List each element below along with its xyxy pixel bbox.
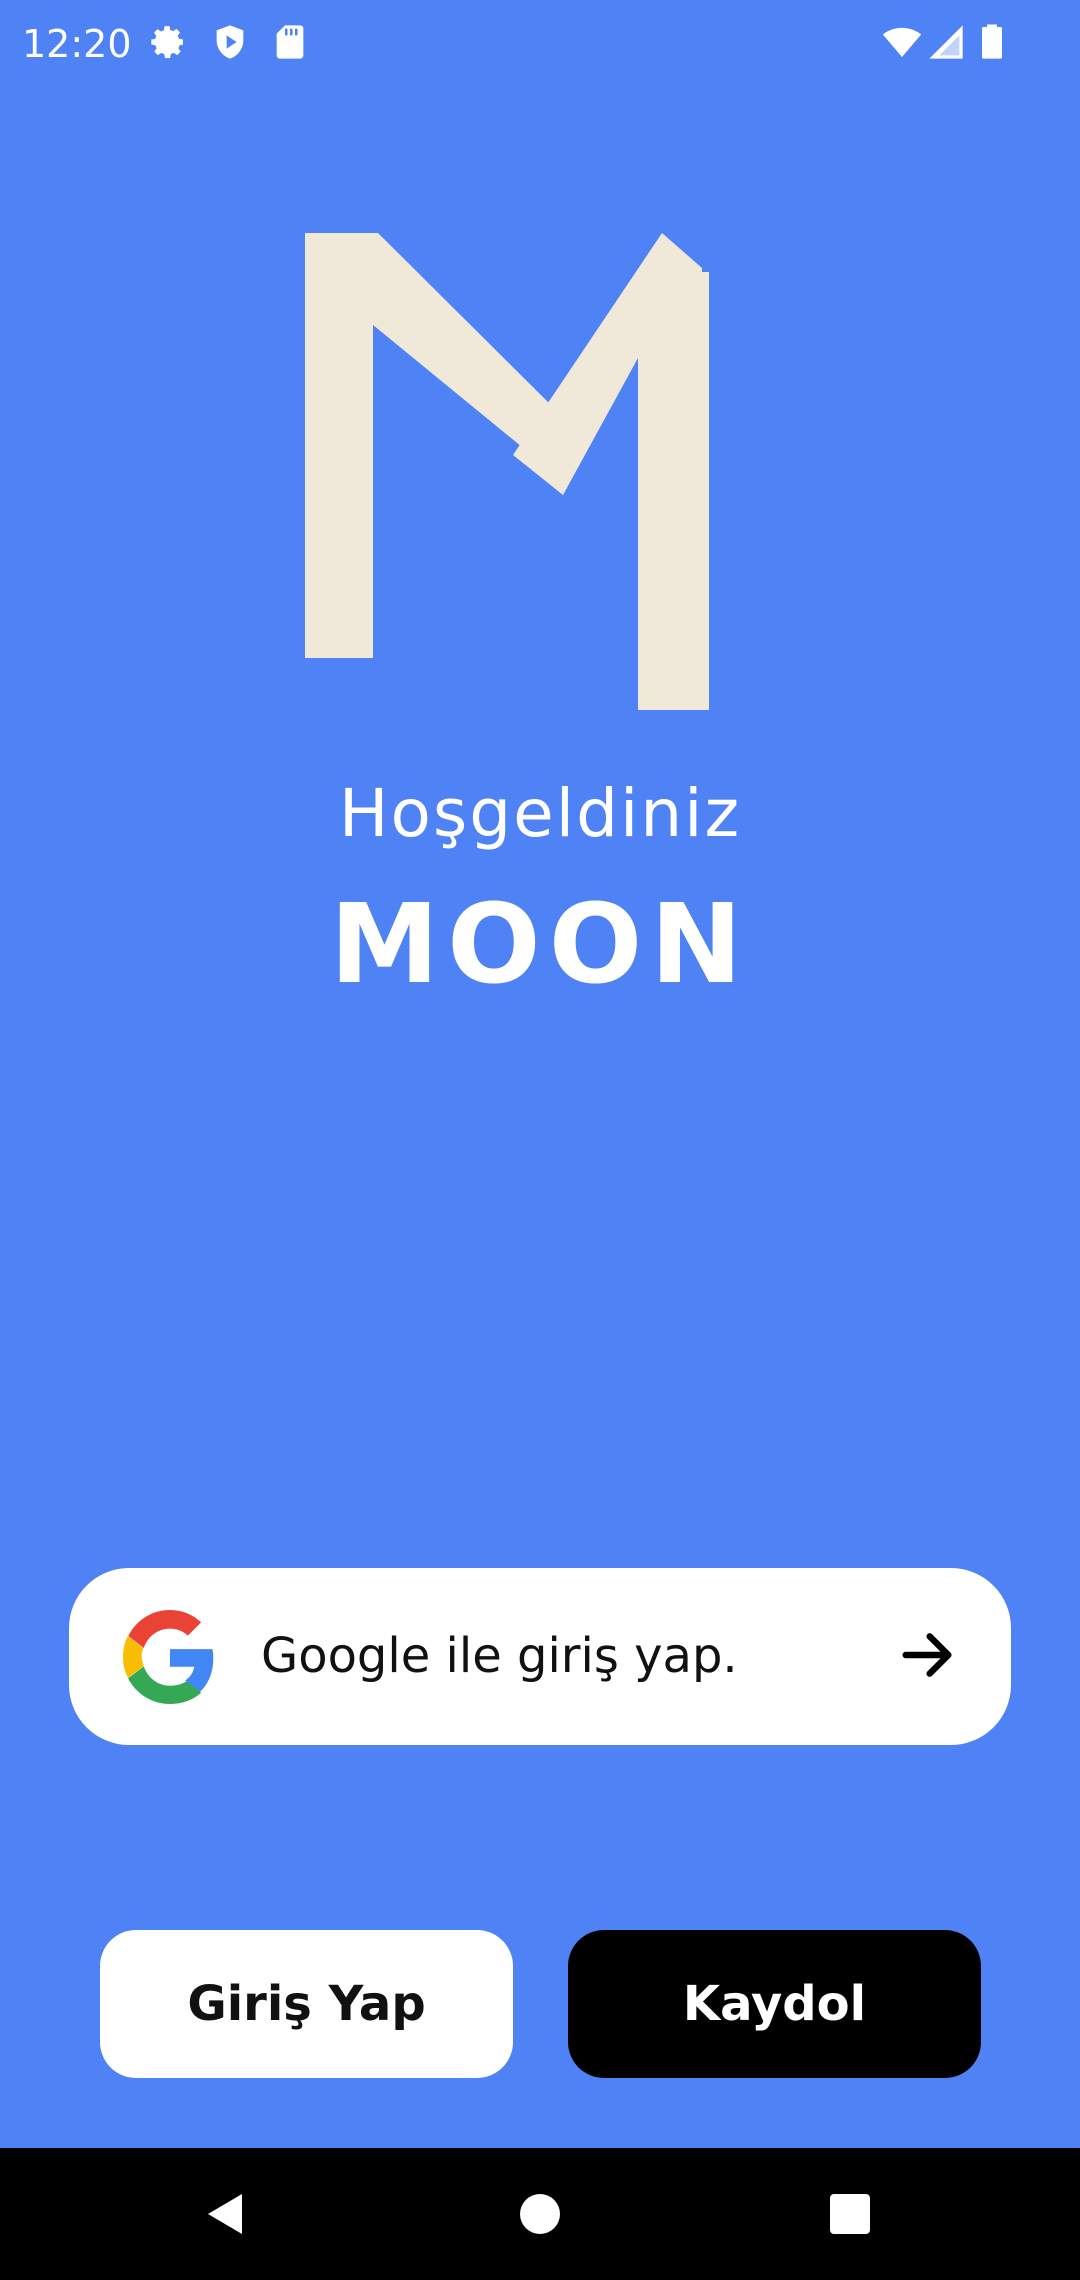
- back-icon[interactable]: [202, 2190, 250, 2238]
- shield-icon: [216, 25, 244, 59]
- google-signin-button[interactable]: Google ile giriş yap.: [69, 1568, 1011, 1745]
- settings-icon: [151, 26, 183, 59]
- battery-icon: [982, 24, 1002, 59]
- arrow-right-icon: [902, 1633, 952, 1677]
- sd-card-icon: [276, 25, 304, 59]
- app-screen: 12:20 Hoşgeldiniz MOON Google ile giriş …: [0, 0, 1080, 2280]
- recents-icon[interactable]: [826, 2190, 874, 2238]
- google-icon: [123, 1610, 214, 1704]
- welcome-text: Hoşgeldiniz: [338, 775, 742, 852]
- status-bar: 12:20: [0, 0, 1080, 88]
- google-signin-label: Google ile giriş yap.: [261, 1628, 738, 1684]
- wifi-icon: [882, 27, 922, 57]
- login-button[interactable]: Giriş Yap: [100, 1930, 513, 2078]
- moon-logo: [305, 233, 709, 710]
- navigation-bar: [0, 2148, 1080, 2280]
- register-button[interactable]: Kaydol: [568, 1930, 981, 2078]
- home-icon[interactable]: [516, 2190, 564, 2238]
- status-time: 12:20: [22, 22, 132, 66]
- signal-icon: [929, 25, 963, 59]
- app-name: MOON: [329, 880, 751, 1008]
